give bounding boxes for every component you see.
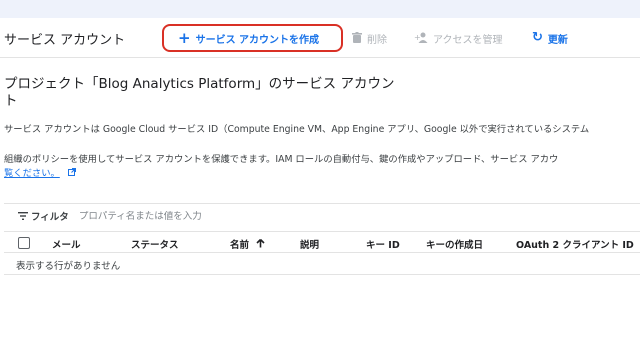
- section-heading: プロジェクト「Blog Analytics Platform」のサービス アカウ…: [4, 76, 395, 109]
- column-key-id[interactable]: キー ID: [366, 237, 400, 251]
- column-email[interactable]: メール: [52, 237, 81, 251]
- empty-table-row: 表示する行がありません: [4, 253, 640, 275]
- select-all-checkbox[interactable]: [18, 237, 30, 249]
- arrow-up-icon: [252, 238, 265, 251]
- delete-button[interactable]: 削除: [352, 24, 387, 52]
- page-title: サービス アカウント: [4, 33, 126, 48]
- column-name-label: 名前: [230, 240, 250, 251]
- svg-text:+: +: [414, 33, 421, 42]
- filter-label: フィルタ: [31, 212, 69, 223]
- table-header: メール ステータス 名前 説明 キー ID キーの作成日 OAuth 2 クライ…: [4, 231, 640, 253]
- column-name-sorted[interactable]: 名前: [230, 237, 265, 251]
- column-description[interactable]: 説明: [300, 237, 319, 251]
- policy-description-text: 組織のポリシーを使用してサービス アカウントを保護できます。IAM ロールの自動…: [4, 154, 559, 165]
- create-service-account-button[interactable]: + サービス アカウントを作成: [162, 24, 343, 52]
- action-toolbar: サービス アカウント + サービス アカウントを作成 削除 + アクセスを管理 …: [0, 18, 640, 58]
- refresh-label: 更新: [547, 34, 568, 46]
- learn-more-line: 覧ください。: [4, 165, 77, 179]
- create-service-account-label: サービス アカウントを作成: [195, 34, 320, 46]
- trash-icon: [352, 31, 362, 45]
- empty-message: 表示する行がありません: [16, 261, 121, 272]
- manage-access-button[interactable]: + アクセスを管理: [414, 24, 503, 52]
- refresh-icon: ↻: [532, 30, 543, 45]
- open-in-new-icon: [66, 168, 77, 178]
- learn-more-link[interactable]: 覧ください。: [4, 168, 60, 179]
- filter-input[interactable]: [78, 210, 379, 222]
- filter-bar: フィルタ: [4, 203, 640, 228]
- refresh-button[interactable]: ↻ 更新: [532, 24, 568, 52]
- description-text: サービス アカウントは Google Cloud サービス ID（Compute…: [4, 124, 590, 135]
- column-status[interactable]: ステータス: [131, 237, 179, 251]
- column-oauth-client-id[interactable]: OAuth 2 クライアント ID: [516, 237, 634, 251]
- console-top-strip: [0, 0, 640, 18]
- delete-label: 削除: [367, 34, 387, 46]
- column-key-created[interactable]: キーの作成日: [426, 237, 483, 251]
- person-add-icon: +: [414, 32, 428, 45]
- plus-icon: +: [178, 29, 191, 47]
- filter-icon[interactable]: [18, 209, 28, 223]
- manage-access-label: アクセスを管理: [433, 34, 503, 46]
